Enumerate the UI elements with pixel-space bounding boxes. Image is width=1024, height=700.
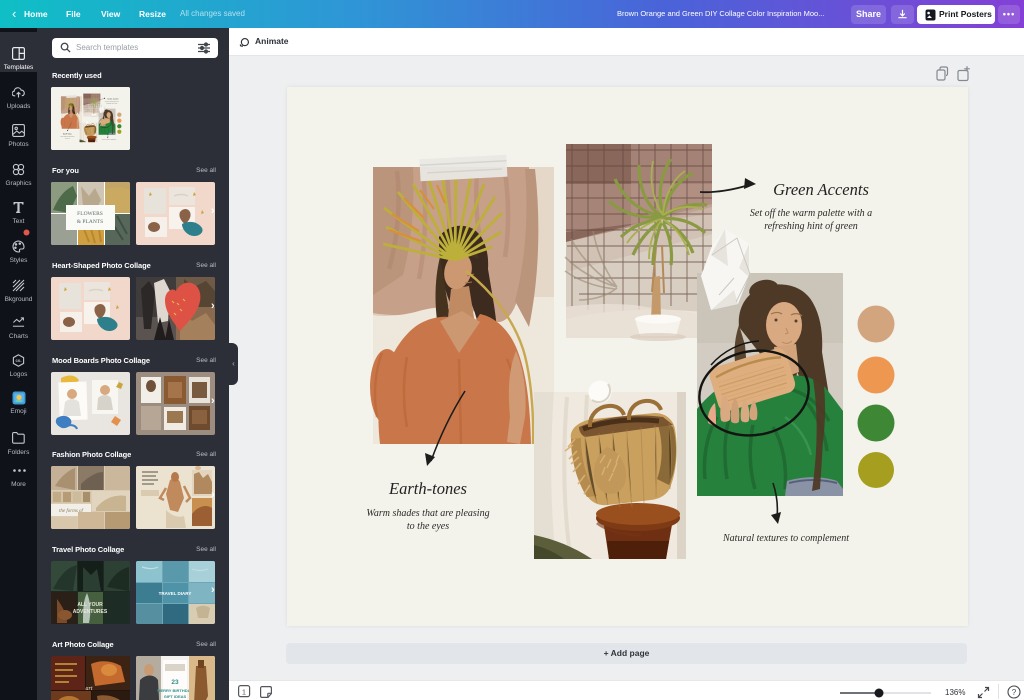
- svg-text:co.: co.: [15, 358, 21, 363]
- svg-text:?: ?: [1012, 688, 1017, 697]
- svg-text:1: 1: [242, 687, 246, 696]
